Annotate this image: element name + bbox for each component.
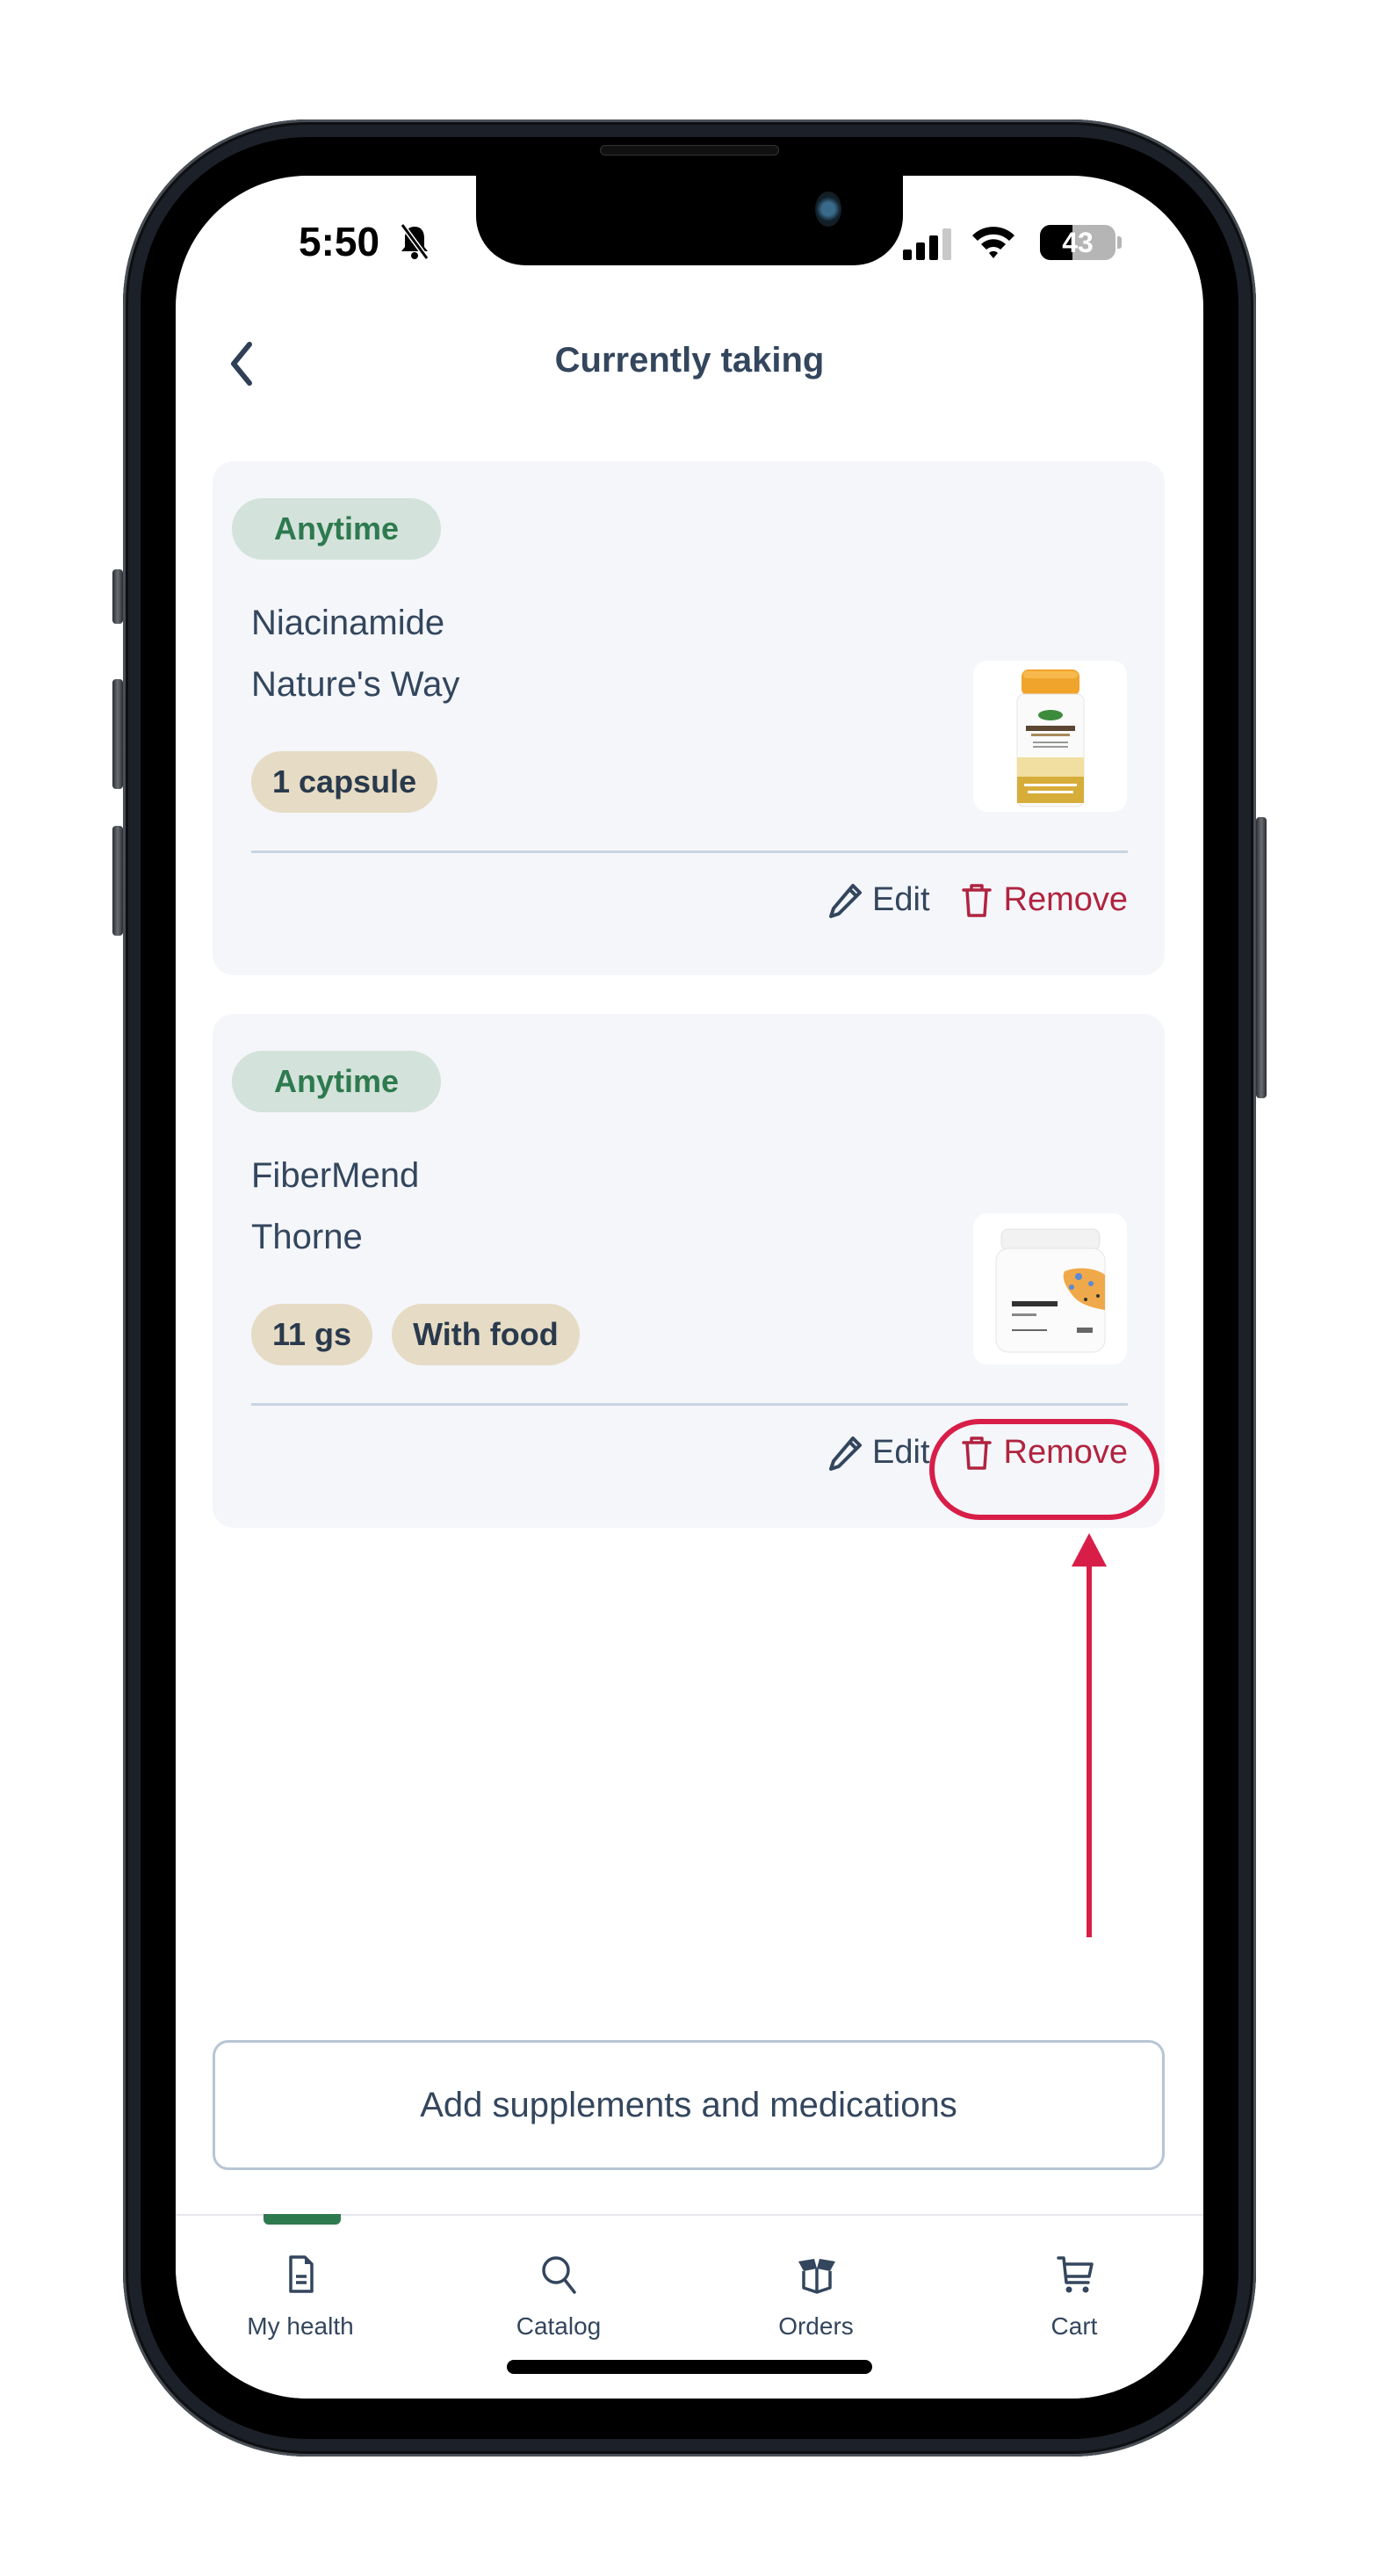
- active-tab-indicator: [264, 2214, 341, 2225]
- supplement-card: Anytime Niacinamide Nature's Way 1 capsu…: [213, 461, 1165, 975]
- notch: [476, 176, 903, 265]
- remove-label: Remove: [1003, 881, 1129, 918]
- wifi-icon: [972, 227, 1014, 258]
- trash-icon: [961, 1436, 992, 1470]
- tab-label: Cart: [1050, 2312, 1098, 2340]
- cart-icon: [1057, 2256, 1094, 2293]
- front-camera: [815, 192, 841, 227]
- dose-chip: 1 capsule: [251, 751, 438, 813]
- product-brand: Nature's Way: [251, 665, 460, 704]
- annotation-arrow-icon: [1072, 1533, 1107, 1937]
- dose-chips: 1 capsule: [251, 751, 438, 813]
- power-button: [1256, 817, 1267, 1098]
- silent-switch: [112, 569, 123, 624]
- card-actions: Edit Remove: [828, 881, 1128, 919]
- status-time: 5:50: [299, 219, 380, 264]
- remove-button[interactable]: Remove: [960, 881, 1129, 919]
- trash-icon: [961, 883, 992, 917]
- supplement-card: Anytime FiberMend Thorne 11 gs With food: [213, 1014, 1165, 1528]
- page-title: Currently taking: [554, 341, 825, 380]
- card-actions: Edit Remove: [828, 1434, 1128, 1472]
- dose-chip: With food: [392, 1304, 580, 1365]
- product-name: FiberMend: [251, 1156, 420, 1195]
- add-supplements-button[interactable]: Add supplements and medications: [213, 2040, 1165, 2170]
- pencil-icon: [829, 1436, 863, 1471]
- tab-label: Orders: [778, 2312, 854, 2340]
- box-icon: [798, 2259, 835, 2294]
- home-indicator[interactable]: [507, 2360, 872, 2374]
- cellular-signal-icon: [903, 228, 951, 260]
- search-icon: [542, 2256, 576, 2294]
- edit-button[interactable]: Edit: [828, 1434, 930, 1472]
- pencil-icon: [829, 883, 863, 918]
- document-icon: [289, 2255, 314, 2293]
- tab-my-health[interactable]: My health: [195, 2214, 406, 2348]
- header: Currently taking: [176, 316, 1203, 404]
- remove-label: Remove: [1003, 1434, 1129, 1471]
- tab-label: My health: [247, 2312, 354, 2340]
- edit-button[interactable]: Edit: [828, 881, 930, 919]
- dose-chips: 11 gs With food: [251, 1304, 580, 1365]
- product-brand: Thorne: [251, 1218, 363, 1256]
- volume-down-button: [112, 826, 123, 936]
- timing-chip: Anytime: [232, 498, 442, 560]
- tab-label: Catalog: [516, 2312, 602, 2340]
- timing-chip: Anytime: [232, 1051, 442, 1112]
- product-name: Niacinamide: [251, 604, 445, 642]
- card-divider: [251, 1403, 1128, 1406]
- tab-cart[interactable]: Cart: [969, 2216, 1180, 2348]
- volume-up-button: [112, 679, 123, 789]
- dose-chip: 11 gs: [251, 1304, 373, 1365]
- battery-cap: [1117, 236, 1122, 249]
- remove-button[interactable]: Remove: [960, 1434, 1129, 1472]
- bell-slash-icon: [400, 223, 430, 260]
- edit-label: Edit: [872, 1434, 930, 1471]
- tab-catalog[interactable]: Catalog: [453, 2216, 664, 2348]
- product-image: [973, 1213, 1127, 1364]
- tab-orders[interactable]: Orders: [711, 2216, 921, 2348]
- battery-indicator: 43: [1040, 225, 1115, 260]
- phone-screen: 5:50 43 Currently taking Anytime Niacina…: [176, 176, 1203, 2399]
- fibermend-tub-image: [995, 1228, 1106, 1353]
- card-divider: [251, 850, 1128, 853]
- product-image: [973, 661, 1127, 812]
- niacinamide-bottle-image: [1016, 669, 1085, 807]
- battery-percent: 43: [1062, 227, 1094, 258]
- earpiece-speaker: [600, 145, 779, 156]
- edit-label: Edit: [872, 881, 930, 918]
